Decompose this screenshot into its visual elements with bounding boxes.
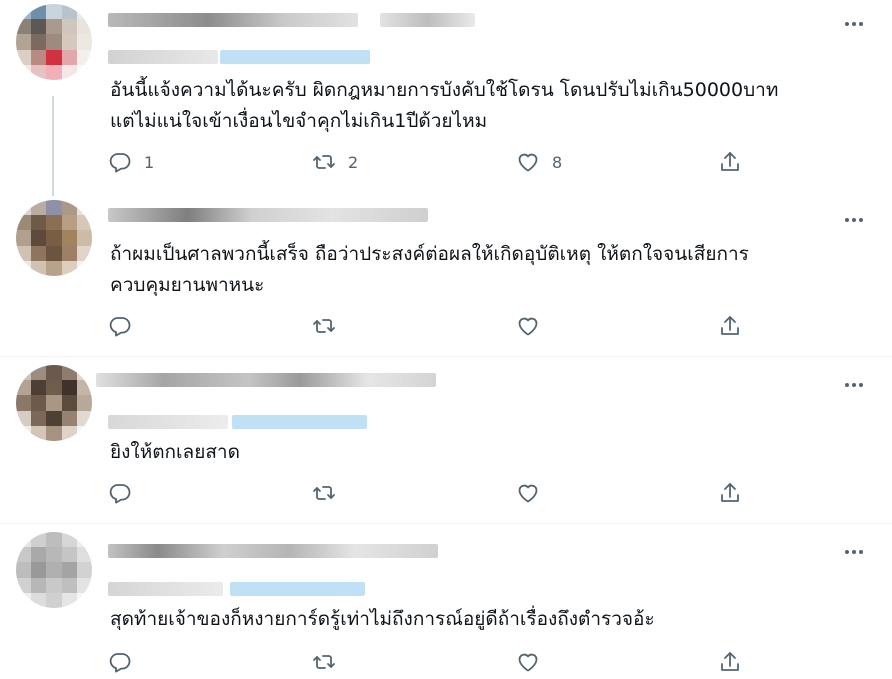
replying-to-link-redacted[interactable] — [232, 415, 367, 429]
retweet-icon — [313, 655, 335, 669]
reply-icon — [109, 317, 131, 337]
more-icon — [845, 383, 849, 387]
share-button[interactable] — [718, 481, 742, 505]
like-button[interactable] — [516, 314, 552, 338]
tweet-text: สุดท้ายเจ้าของก็หงายการ์ดรู้เท่าไม่ถึงกา… — [110, 608, 655, 630]
like-button[interactable] — [516, 650, 552, 674]
more-options-button[interactable] — [840, 14, 868, 34]
replying-to-link-redacted[interactable] — [230, 582, 365, 596]
heart-icon — [518, 484, 538, 503]
tweet[interactable]: ถ้าผมเป็นศาลพวกนี้เสร็จ ถือว่าประสงค์ต่อ… — [0, 196, 892, 356]
more-options-button[interactable] — [840, 375, 868, 395]
tweet-actions — [108, 481, 758, 505]
tweet-actions: 1 2 8 — [108, 150, 758, 174]
retweet-button[interactable] — [312, 314, 348, 338]
reply-icon — [109, 153, 131, 173]
share-icon — [721, 316, 739, 335]
handle-redacted — [380, 13, 475, 27]
heart-icon — [518, 317, 538, 336]
like-button[interactable]: 8 — [516, 150, 562, 174]
replying-to-redacted — [108, 50, 218, 64]
like-button[interactable] — [516, 481, 552, 505]
replying-to-link-redacted[interactable] — [220, 50, 370, 64]
share-icon — [721, 652, 739, 671]
share-icon — [721, 152, 739, 171]
share-button[interactable] — [718, 150, 742, 174]
tweet[interactable]: ยิงให้ตกเลยสาด — [0, 357, 892, 523]
tweet-text: ถ้าผมเป็นศาลพวกนี้เสร็จ ถือว่าประสงค์ต่อ… — [110, 243, 749, 296]
display-name-redacted — [96, 373, 436, 387]
share-button[interactable] — [718, 650, 742, 674]
reply-count: 1 — [144, 152, 155, 172]
retweet-button[interactable] — [312, 650, 348, 674]
retweet-button[interactable] — [312, 481, 348, 505]
tweet-actions — [108, 314, 758, 338]
avatar[interactable] — [16, 4, 92, 80]
avatar[interactable] — [16, 532, 92, 608]
display-name-redacted — [108, 544, 438, 558]
more-icon — [845, 550, 849, 554]
reply-button[interactable] — [108, 650, 144, 674]
share-icon — [721, 483, 739, 502]
tweet-text: ยิงให้ตกเลยสาด — [110, 441, 240, 463]
reply-button[interactable] — [108, 481, 144, 505]
replying-to-redacted — [108, 582, 223, 596]
retweet-button[interactable]: 2 — [312, 150, 358, 174]
reply-button[interactable]: 1 — [108, 150, 154, 174]
replying-to-redacted — [108, 415, 228, 429]
retweet-icon — [313, 486, 335, 500]
reply-icon — [109, 484, 131, 504]
more-options-button[interactable] — [840, 542, 868, 562]
display-name-redacted — [108, 13, 358, 27]
tweet-actions — [108, 650, 758, 674]
tweet[interactable]: อันนี้แจ้งความได้นะครับ ผิดกฎหมายการบังค… — [0, 0, 892, 196]
tweet[interactable]: สุดท้ายเจ้าของก็หงายการ์ดรู้เท่าไม่ถึงกา… — [0, 524, 892, 679]
reply-icon — [109, 653, 131, 673]
reply-button[interactable] — [108, 314, 144, 338]
more-icon — [845, 218, 849, 222]
like-count: 8 — [552, 152, 563, 172]
display-name-redacted — [108, 208, 428, 222]
retweet-count: 2 — [348, 152, 359, 172]
avatar[interactable] — [16, 365, 92, 441]
more-icon — [845, 22, 849, 26]
tweet-text: อันนี้แจ้งความได้นะครับ ผิดกฎหมายการบังค… — [110, 79, 779, 132]
retweet-icon — [313, 155, 335, 169]
heart-icon — [518, 653, 538, 672]
share-button[interactable] — [718, 314, 742, 338]
avatar[interactable] — [16, 200, 92, 276]
retweet-icon — [313, 319, 335, 333]
more-options-button[interactable] — [840, 210, 868, 230]
heart-icon — [518, 153, 538, 172]
